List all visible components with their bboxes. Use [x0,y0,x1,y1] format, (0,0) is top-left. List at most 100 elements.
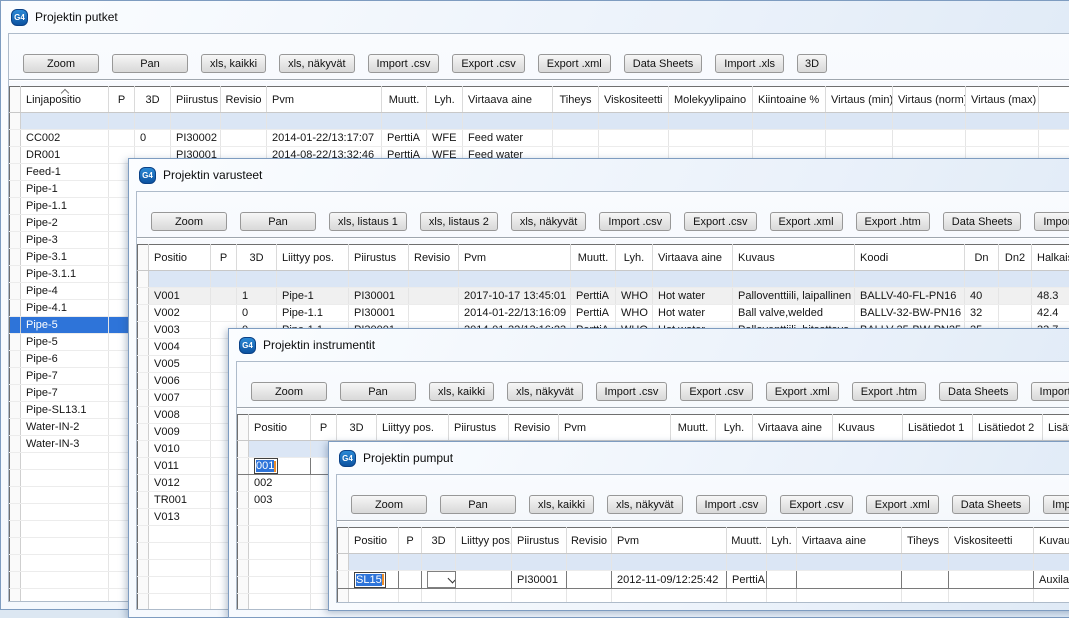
column-header-muutt[interactable]: Muutt. [727,528,767,554]
column-header-liittyy-pos[interactable]: Liittyy pos. [456,528,512,554]
column-header-17[interactable] [1039,87,1069,113]
column-header-pvm[interactable]: Pvm [612,528,727,554]
column-header-3d[interactable]: 3D [422,528,456,554]
toolbar-button-xls-listaus-1[interactable]: xls, listaus 1 [329,212,407,231]
column-header-tiheys[interactable]: Tiheys [553,87,599,113]
column-header-3d[interactable]: 3D [135,87,171,113]
column-header-liittyy-pos[interactable]: Liittyy pos. [377,415,449,441]
column-header-koodi[interactable]: Koodi [855,245,965,271]
toolbar-button-data-sheets[interactable]: Data Sheets [952,495,1031,514]
column-header-piirustus[interactable]: Piirustus [171,87,221,113]
toolbar-button-export-csv[interactable]: Export .csv [452,54,524,73]
toolbar-button-export-csv[interactable]: Export .csv [684,212,756,231]
table-row[interactable]: SL15PI300012012-11-09/12:25:42PerttiAAux… [338,571,1069,589]
column-header-pvm[interactable]: Pvm [267,87,382,113]
toolbar-button-data-sheets[interactable]: Data Sheets [939,382,1018,401]
column-header-kiintoaine[interactable]: Kiintoaine % [753,87,826,113]
toolbar-button-pan[interactable]: Pan [340,382,416,401]
table-row[interactable]: V0011Pipe-1PI300012017-10-17 13:45:01Per… [138,288,1069,305]
column-header-dn2[interactable]: Dn2 [999,245,1032,271]
toolbar-button-export-htm[interactable]: Export .htm [852,382,926,401]
column-header-p[interactable]: P [211,245,237,271]
column-header-virtaus-max[interactable]: Virtaus (max) [966,87,1039,113]
table-row[interactable]: V0020Pipe-1.1PI300012014-01-22/13:16:09P… [138,305,1069,322]
toolbar-button-export-csv[interactable]: Export .csv [680,382,752,401]
column-header-positio[interactable]: Positio [349,528,399,554]
toolbar-button-xls-n-kyv-t[interactable]: xls, näkyvät [507,382,582,401]
column-header-3d[interactable]: 3D [237,245,277,271]
column-header-muutt[interactable]: Muutt. [382,87,427,113]
titlebar[interactable]: G4 Projektin varusteet [132,162,1069,188]
new-row[interactable] [338,554,1069,571]
column-header-virtaus-norm[interactable]: Virtaus (norm) [893,87,966,113]
column-header-p[interactable]: P [399,528,422,554]
column-header-lyh[interactable]: Lyh. [616,245,653,271]
toolbar-button-import-csv[interactable]: Import .csv [368,54,440,73]
column-header-kuvaus[interactable]: Kuvaus [833,415,903,441]
toolbar-button-3d[interactable]: 3D [797,54,827,73]
toolbar-button-export-xml[interactable]: Export .xml [766,382,839,401]
column-header-positio[interactable]: Positio [249,415,311,441]
toolbar-button-xls-kaikki[interactable]: xls, kaikki [429,382,494,401]
column-header-lis-tiedot-3[interactable]: Lisätiedot 3 [1043,415,1069,441]
column-header-viskositeetti[interactable]: Viskositeetti [599,87,669,113]
column-header-lyh[interactable]: Lyh. [716,415,753,441]
titlebar[interactable]: G4 Projektin pumput [332,445,1069,471]
column-header-lis-tiedot-2[interactable]: Lisätiedot 2 [973,415,1043,441]
toolbar-button-xls-n-kyv-t[interactable]: xls, näkyvät [607,495,682,514]
column-header-lyh[interactable]: Lyh. [767,528,797,554]
cell-edit-input[interactable]: SL15 [354,572,386,588]
toolbar-button-zoom[interactable]: Zoom [251,382,327,401]
column-header-3d[interactable]: 3D [337,415,377,441]
toolbar-button-xls-n-kyv-t[interactable]: xls, näkyvät [511,212,586,231]
toolbar-button-xls-listaus-2[interactable]: xls, listaus 2 [420,212,498,231]
toolbar-button-data-sheets[interactable]: Data Sheets [624,54,703,73]
column-header-virtaava-aine[interactable]: Virtaava aine [653,245,733,271]
column-header-muutt[interactable]: Muutt. [671,415,716,441]
column-header-tiheys[interactable]: Tiheys [902,528,949,554]
titlebar[interactable]: G4 Projektin instrumentit [232,332,1069,358]
column-header-p[interactable]: P [109,87,135,113]
column-header-piirustus[interactable]: Piirustus [512,528,567,554]
toolbar-button-zoom[interactable]: Zoom [351,495,427,514]
column-header-muutt[interactable]: Muutt. [571,245,616,271]
table-row[interactable] [338,589,1069,604]
column-header-positio[interactable]: Positio [149,245,211,271]
column-header-halkaisija[interactable]: Halkaisija [1032,245,1069,271]
dropdown-3d[interactable] [427,571,456,588]
column-header-liittyy-pos[interactable]: Liittyy pos. [277,245,349,271]
toolbar-button-xls-kaikki[interactable]: xls, kaikki [529,495,594,514]
toolbar-button-import-xls[interactable]: Import .xls [1043,495,1069,514]
toolbar-button-import-xls[interactable]: Import .xls [715,54,784,73]
toolbar-button-zoom[interactable]: Zoom [23,54,99,73]
column-header-viskositeetti[interactable]: Viskositeetti [949,528,1034,554]
new-row[interactable] [10,113,1069,130]
column-header-virtaava-aine[interactable]: Virtaava aine [463,87,553,113]
toolbar-button-import-csv[interactable]: Import .csv [596,382,668,401]
column-header-kuvaus[interactable]: Kuvaus [1034,528,1069,554]
column-header-piirustus[interactable]: Piirustus [449,415,509,441]
toolbar-button-export-xml[interactable]: Export .xml [866,495,939,514]
new-row[interactable] [138,271,1069,288]
column-header-lyh[interactable]: Lyh. [427,87,463,113]
toolbar-button-export-htm[interactable]: Export .htm [856,212,930,231]
column-header-linjapositio[interactable]: Linjapositio [21,87,109,113]
toolbar-button-xls-n-kyv-t[interactable]: xls, näkyvät [279,54,354,73]
toolbar-button-export-xml[interactable]: Export .xml [538,54,611,73]
column-header-revisio[interactable]: Revisio [509,415,559,441]
column-header-molekyylipaino[interactable]: Molekyylipaino [669,87,753,113]
column-header-lis-tiedot-1[interactable]: Lisätiedot 1 [903,415,973,441]
column-header-piirustus[interactable]: Piirustus [349,245,409,271]
titlebar[interactable]: G4 Projektin putket [4,4,1069,30]
toolbar-button-pan[interactable]: Pan [112,54,188,73]
cell-edit-input[interactable]: 001 [254,458,278,474]
column-header-pvm[interactable]: Pvm [559,415,671,441]
toolbar-button-pan[interactable]: Pan [240,212,316,231]
column-header-virtaava-aine[interactable]: Virtaava aine [753,415,833,441]
column-header-p[interactable]: P [311,415,337,441]
column-header-virtaus-min[interactable]: Virtaus (min) [826,87,893,113]
toolbar-button-import-csv[interactable]: Import .csv [696,495,768,514]
column-header-virtaava-aine[interactable]: Virtaava aine [797,528,902,554]
column-header-revisio[interactable]: Revisio [409,245,459,271]
toolbar-button-import-csv[interactable]: Import .csv [599,212,671,231]
